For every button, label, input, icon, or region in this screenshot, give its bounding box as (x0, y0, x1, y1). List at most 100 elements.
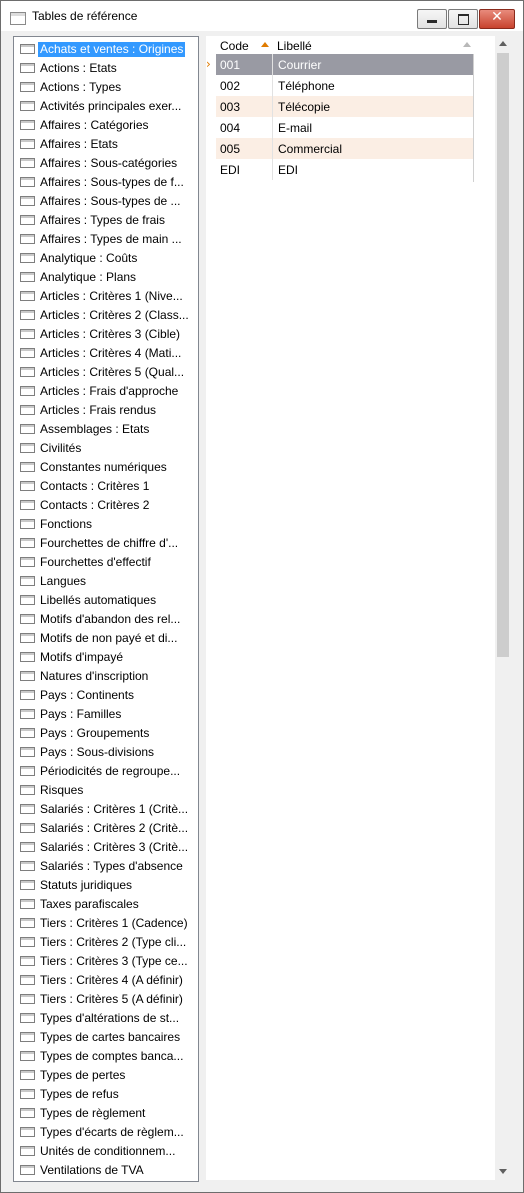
tree-item[interactable]: Périodicités de regroupe... (14, 762, 198, 781)
table-row[interactable]: › 001 Courrier (206, 54, 474, 75)
cell-code[interactable]: 003 (220, 100, 240, 114)
column-header-libelle[interactable]: Libellé (277, 39, 312, 53)
close-icon: ✕ (491, 9, 503, 25)
table-row[interactable]: 002 Téléphone (216, 75, 474, 96)
tree-item[interactable]: Contacts : Critères 2 (14, 496, 198, 515)
cell-libelle[interactable]: EDI (278, 163, 298, 177)
table-icon (20, 880, 35, 890)
tree-item[interactable]: Analytique : Plans (14, 268, 198, 287)
tree-item[interactable]: Fourchettes de chiffre d'... (14, 534, 198, 553)
cell-code[interactable]: 001 (220, 58, 240, 72)
scroll-down-icon[interactable] (499, 1169, 507, 1174)
tree-item[interactable]: Constantes numériques (14, 458, 198, 477)
tree-item[interactable]: Articles : Frais d'approche (14, 382, 198, 401)
scrollbar-thumb[interactable] (497, 53, 509, 657)
maximize-button[interactable] (448, 9, 478, 29)
cell-code[interactable]: 002 (220, 79, 240, 93)
tree-item[interactable]: Actions : Types (14, 78, 198, 97)
table-row[interactable]: 003 Télécopie (216, 96, 474, 117)
tree-item[interactable]: Tiers : Critères 2 (Type cli... (14, 933, 198, 952)
tree-item[interactable]: Motifs de non payé et di... (14, 629, 198, 648)
table-icon (20, 329, 35, 339)
tree-item[interactable]: Activités principales exer... (14, 97, 198, 116)
tree-item[interactable]: Statuts juridiques (14, 876, 198, 895)
tree-item[interactable]: Articles : Critères 3 (Cible) (14, 325, 198, 344)
cell-code[interactable]: 005 (220, 142, 240, 156)
table-icon (20, 481, 35, 491)
tree-item[interactable]: Types de comptes banca... (14, 1047, 198, 1066)
cell-code[interactable]: EDI (220, 163, 240, 177)
tree-item[interactable]: Affaires : Types de main ... (14, 230, 198, 249)
cell-libelle[interactable]: Téléphone (278, 79, 335, 93)
tree-item[interactable]: Actions : Etats (14, 59, 198, 78)
tree-item-label: Affaires : Catégories (40, 118, 149, 132)
tree-item[interactable]: Motifs d'impayé (14, 648, 198, 667)
tree-item[interactable]: Tiers : Critères 3 (Type ce... (14, 952, 198, 971)
tree-item-label: Actions : Etats (40, 61, 117, 75)
tree-item[interactable]: Salariés : Critères 1 (Critè... (14, 800, 198, 819)
tree-item[interactable]: Articles : Frais rendus (14, 401, 198, 420)
cell-libelle[interactable]: Télécopie (278, 100, 330, 114)
tree-item[interactable]: Pays : Familles (14, 705, 198, 724)
tree-item[interactable]: Articles : Critères 1 (Nive... (14, 287, 198, 306)
reference-data-grid[interactable]: Code Libellé › 001 Courrier 002 Téléphone 003… (206, 36, 511, 1180)
tree-item[interactable]: Taxes parafiscales (14, 895, 198, 914)
reference-table-tree[interactable]: Achats et ventes : Origines Actions : Eta… (13, 36, 199, 1182)
minimize-icon (427, 20, 437, 23)
tree-item[interactable]: Natures d'inscription (14, 667, 198, 686)
tree-item[interactable]: Types de cartes bancaires (14, 1028, 198, 1047)
tree-item[interactable]: Affaires : Sous-types de f... (14, 173, 198, 192)
tree-item[interactable]: Affaires : Types de frais (14, 211, 198, 230)
tree-item[interactable]: Types de pertes (14, 1066, 198, 1085)
tree-item[interactable]: Tiers : Critères 5 (A définir) (14, 990, 198, 1009)
tree-item[interactable]: Types de règlement (14, 1104, 198, 1123)
cell-code[interactable]: 004 (220, 121, 240, 135)
tree-item[interactable]: Achats et ventes : Origines (14, 40, 198, 59)
tree-item[interactable]: Assemblages : Etats (14, 420, 198, 439)
tree-item[interactable]: Contacts : Critères 1 (14, 477, 198, 496)
tree-item[interactable]: Pays : Groupements (14, 724, 198, 743)
tree-item-label: Types de règlement (40, 1106, 146, 1120)
column-header-code[interactable]: Code (220, 39, 249, 53)
tree-item[interactable]: Articles : Critères 4 (Mati... (14, 344, 198, 363)
tree-item-label: Salariés : Types d'absence (40, 859, 183, 873)
tree-item[interactable]: Libellés automatiques (14, 591, 198, 610)
tree-item[interactable]: Risques (14, 781, 198, 800)
tree-item[interactable]: Types de refus (14, 1085, 198, 1104)
tree-item[interactable]: Articles : Critères 5 (Qual... (14, 363, 198, 382)
tree-item[interactable]: Tiers : Critères 4 (A définir) (14, 971, 198, 990)
table-row[interactable]: 005 Commercial (216, 138, 474, 159)
current-row-indicator: › (206, 57, 211, 71)
tree-item[interactable]: Salariés : Critères 3 (Critè... (14, 838, 198, 857)
tree-item[interactable]: Salariés : Types d'absence (14, 857, 198, 876)
tree-item[interactable]: Langues (14, 572, 198, 591)
title-bar[interactable]: Tables de référence ✕ (1, 1, 523, 31)
tree-item[interactable]: Affaires : Etats (14, 135, 198, 154)
tree-item[interactable]: Affaires : Catégories (14, 116, 198, 135)
tree-item[interactable]: Types d'écarts de règlem... (14, 1123, 198, 1142)
tree-item[interactable]: Affaires : Sous-catégories (14, 154, 198, 173)
close-button[interactable]: ✕ (479, 9, 515, 29)
tree-item[interactable]: Types d'altérations de st... (14, 1009, 198, 1028)
tree-item[interactable]: Civilités (14, 439, 198, 458)
cell-libelle[interactable]: Courrier (278, 58, 321, 72)
tree-item[interactable]: Articles : Critères 2 (Class... (14, 306, 198, 325)
tree-item[interactable]: Fourchettes d'effectif (14, 553, 198, 572)
vertical-scrollbar[interactable] (495, 36, 511, 1180)
minimize-button[interactable] (417, 9, 447, 29)
tree-item[interactable]: Tiers : Critères 1 (Cadence) (14, 914, 198, 933)
tree-item[interactable]: Ventilations de TVA (14, 1161, 198, 1180)
tree-item[interactable]: Fonctions (14, 515, 198, 534)
table-row[interactable]: EDI EDI (216, 159, 474, 180)
table-row[interactable]: 004 E-mail (216, 117, 474, 138)
scroll-up-icon[interactable] (499, 41, 507, 46)
tree-item[interactable]: Motifs d'abandon des rel... (14, 610, 198, 629)
cell-libelle[interactable]: E-mail (278, 121, 312, 135)
tree-item[interactable]: Pays : Continents (14, 686, 198, 705)
tree-item[interactable]: Unités de conditionnem... (14, 1142, 198, 1161)
tree-item[interactable]: Affaires : Sous-types de ... (14, 192, 198, 211)
tree-item[interactable]: Salariés : Critères 2 (Critè... (14, 819, 198, 838)
tree-item[interactable]: Pays : Sous-divisions (14, 743, 198, 762)
cell-libelle[interactable]: Commercial (278, 142, 342, 156)
tree-item[interactable]: Analytique : Coûts (14, 249, 198, 268)
